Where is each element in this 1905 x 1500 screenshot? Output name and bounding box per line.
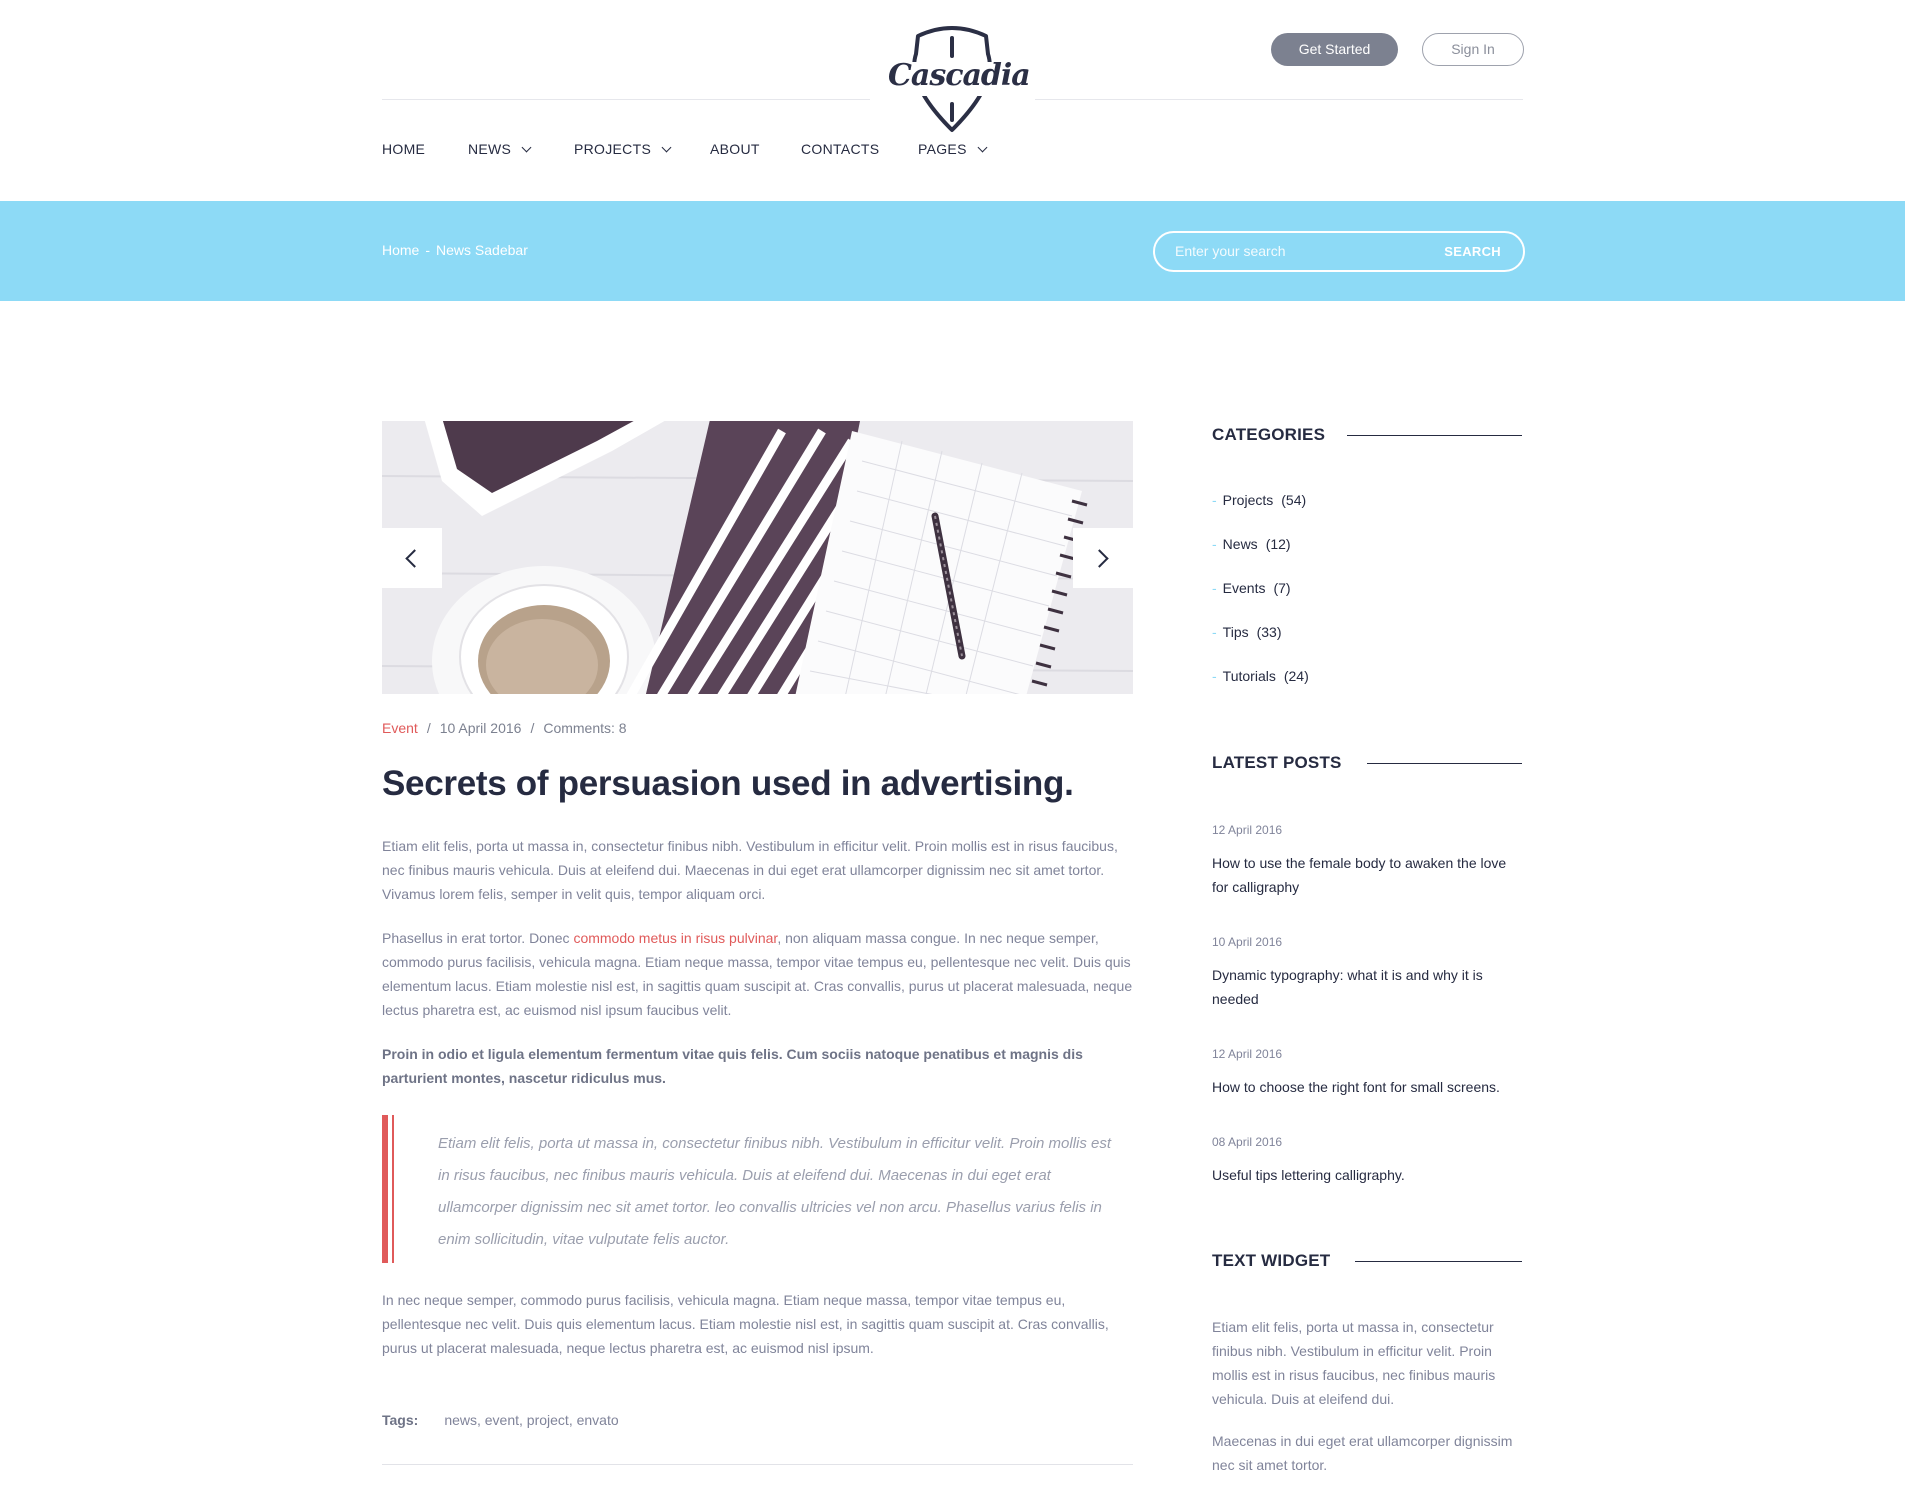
latest-post-title[interactable]: Dynamic typography: what it is and why i… <box>1212 963 1522 1011</box>
search-box: Enter your search SEARCH <box>1153 231 1525 272</box>
categories-title: CATEGORIES <box>1212 425 1326 444</box>
post-paragraph-bold: Proin in odio et ligula elementum fermen… <box>382 1046 1083 1086</box>
blockquote: Etiam elit felis, porta ut massa in, con… <box>438 1135 1112 1248</box>
post-image-slider <box>382 421 1133 694</box>
latest-posts-title-line <box>1367 763 1522 764</box>
header-divider-left <box>382 99 870 100</box>
post-paragraph-4: In nec neque semper, commodo purus facil… <box>382 1292 1109 1356</box>
post-tags: Tags: news, event, project, envato <box>382 1412 619 1428</box>
site-logo[interactable]: Cascadia <box>888 24 1031 136</box>
get-started-button[interactable]: Get Started <box>1271 33 1398 66</box>
slider-prev-button[interactable] <box>382 528 442 588</box>
slider-next-button[interactable] <box>1073 528 1133 588</box>
chevron-right-icon <box>1090 549 1109 568</box>
post-meta: Event/10 April 2016/Comments: 8 <box>382 720 627 736</box>
nav-home[interactable]: HOME <box>382 141 425 157</box>
blockquote-bar-thin <box>392 1115 394 1263</box>
article-divider <box>382 1464 1133 1465</box>
nav-contacts[interactable]: CONTACTS <box>801 141 879 157</box>
latest-post-title[interactable]: How to choose the right font for small s… <box>1212 1075 1522 1099</box>
breadcrumb-band <box>0 201 1905 301</box>
breadcrumb-home[interactable]: Home <box>382 242 419 258</box>
text-widget-paragraph-1: Etiam elit felis, porta ut massa in, con… <box>1212 1319 1496 1407</box>
tags-list[interactable]: news, event, project, envato <box>444 1412 618 1428</box>
text-widget-title: TEXT WIDGET <box>1212 1251 1331 1270</box>
latest-post-title[interactable]: Useful tips lettering calligraphy. <box>1212 1163 1522 1187</box>
category-tutorials[interactable]: - Tutorials (24) <box>1212 668 1309 684</box>
categories-title-line <box>1347 435 1522 436</box>
post-category-link[interactable]: Event <box>382 720 418 736</box>
search-button[interactable]: SEARCH <box>1444 233 1501 270</box>
chevron-down-icon <box>977 142 988 153</box>
post-paragraph-1: Etiam elit felis, porta ut massa in, con… <box>382 838 1118 902</box>
latest-post-date: 12 April 2016 <box>1212 823 1283 837</box>
latest-post-date: 10 April 2016 <box>1212 935 1283 949</box>
latest-post-title[interactable]: How to use the female body to awaken the… <box>1212 851 1522 899</box>
breadcrumb: Home - News Sadebar <box>382 242 528 258</box>
post-paragraph-2: Phasellus in erat tortor. Donec commodo … <box>382 930 1133 1018</box>
chevron-left-icon <box>405 549 424 568</box>
post-image <box>382 421 1133 694</box>
nav-pages[interactable]: PAGES <box>918 141 988 157</box>
nav-about[interactable]: ABOUT <box>710 141 760 157</box>
latest-post-date: 12 April 2016 <box>1212 1047 1283 1061</box>
breadcrumb-current: News Sadebar <box>436 242 528 258</box>
post-title: Secrets of persuasion used in advertisin… <box>382 764 1074 803</box>
post-comments-link[interactable]: Comments: 8 <box>543 720 626 736</box>
text-widget-paragraph-2: Maecenas in dui eget erat ullamcorper di… <box>1212 1433 1513 1473</box>
chevron-down-icon <box>521 142 532 153</box>
category-events[interactable]: - Events (7) <box>1212 580 1291 596</box>
post-date: 10 April 2016 <box>439 720 522 736</box>
latest-posts-title: LATEST POSTS <box>1212 753 1342 772</box>
nav-projects[interactable]: PROJECTS <box>574 141 672 157</box>
nav-news[interactable]: NEWS <box>468 141 532 157</box>
inline-link[interactable]: commodo metus in risus pulvinar <box>573 930 777 946</box>
category-projects[interactable]: - Projects (54) <box>1212 492 1306 508</box>
header-divider-right <box>1035 99 1523 100</box>
category-tips[interactable]: - Tips (33) <box>1212 624 1282 640</box>
text-widget-title-line <box>1355 1261 1522 1262</box>
tags-label: Tags: <box>382 1412 419 1428</box>
chevron-down-icon <box>661 142 672 153</box>
category-news[interactable]: - News (12) <box>1212 536 1291 552</box>
latest-post-date: 08 April 2016 <box>1212 1135 1283 1149</box>
search-input[interactable]: Enter your search <box>1175 233 1286 270</box>
logo-text: Cascadia <box>888 58 1031 93</box>
blockquote-bar <box>382 1115 388 1263</box>
sign-in-button[interactable]: Sign In <box>1422 33 1524 66</box>
